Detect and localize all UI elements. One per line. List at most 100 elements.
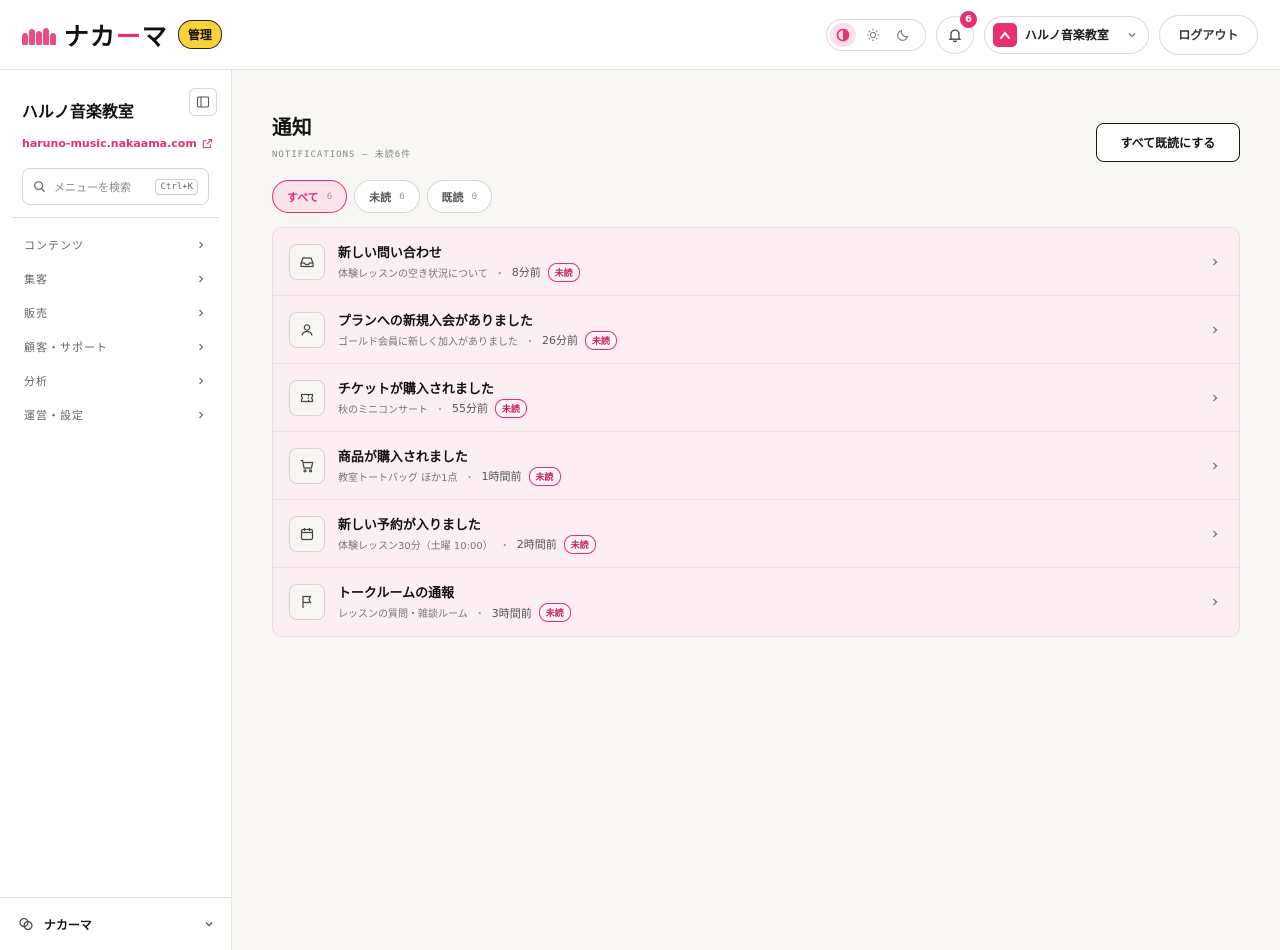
tab-count: 6 — [326, 191, 333, 202]
sidebar-item-contents[interactable]: コンテンツ — [12, 228, 219, 262]
notification-title: 商品が購入されました — [338, 449, 469, 465]
chevron-right-icon — [199, 275, 204, 283]
notification-row[interactable]: プランへの新規入会がありました ゴールド会員に新しく加入がありました ・ 26分… — [273, 296, 1239, 364]
tab-unread[interactable]: 未読 6 — [354, 180, 420, 213]
notification-row[interactable]: チケットが購入されました 秋のミニコンサート ・ 55分前 未読 — [273, 364, 1239, 432]
tab-label: 既読 — [441, 190, 464, 204]
notification-title: 新しい問い合わせ — [338, 245, 443, 261]
sidebar-item-label: 顧客・サポート — [24, 341, 108, 354]
separator-dot: ・ — [435, 404, 445, 416]
overlapping-circles-icon — [19, 917, 33, 931]
site-url-text: haruno-music.nakaama.com — [22, 137, 197, 150]
app-logo[interactable]: ナカーマ — [22, 17, 168, 53]
notification-time: 55分前 — [452, 402, 488, 415]
ticket-icon — [289, 379, 325, 416]
sidebar-toggle-icon — [196, 96, 210, 108]
notification-time: 26分前 — [542, 334, 578, 347]
unread-badge: 未読 — [547, 262, 580, 282]
sidebar-item-label: 運営・設定 — [24, 409, 84, 422]
sidebar-item-settings[interactable]: 運営・設定 — [12, 398, 219, 432]
search-placeholder: メニューを検索 — [54, 180, 131, 194]
chevron-right-icon — [1207, 458, 1223, 474]
calendar-icon — [289, 515, 325, 552]
account-name: ハルノ音楽教室 — [1025, 28, 1110, 42]
tab-count: 0 — [471, 191, 478, 202]
cart-icon — [289, 447, 325, 484]
sidebar-item-sales[interactable]: 販売 — [12, 296, 219, 330]
sidebar-footer-switcher[interactable]: ナカーマ — [0, 897, 231, 950]
unread-badge: 未読 — [495, 398, 528, 418]
moon-icon[interactable] — [890, 23, 916, 47]
tab-label: すべて — [287, 190, 319, 204]
notification-time: 1時間前 — [481, 470, 522, 483]
sidebar-divider — [12, 217, 219, 218]
notification-title: トークルームの通報 — [338, 586, 455, 601]
theme-toggle — [826, 18, 926, 51]
tab-all[interactable]: すべて 6 — [272, 180, 348, 213]
separator-dot: ・ — [499, 540, 510, 552]
logo-mark-icon — [22, 25, 56, 45]
sidebar-item-label: コンテンツ — [24, 239, 84, 252]
user-icon — [289, 311, 325, 348]
chevron-down-icon — [1128, 32, 1136, 37]
chevron-right-icon — [1207, 594, 1223, 610]
chevron-right-icon — [1207, 254, 1223, 270]
admin-badge: 管理 — [178, 20, 223, 49]
notification-detail: 体験レッスンの空き状況について — [338, 268, 488, 280]
external-link-icon — [202, 138, 212, 149]
sidebar-item-marketing[interactable]: 集客 — [12, 262, 219, 296]
chevron-right-icon — [1207, 390, 1223, 406]
logo-text: ナカーマ — [64, 21, 169, 51]
chevron-right-icon — [1207, 322, 1223, 338]
chevron-right-icon — [199, 241, 204, 249]
footer-label: ナカーマ — [44, 917, 93, 932]
notification-time: 3時間前 — [491, 606, 532, 620]
tab-read[interactable]: 既読 0 — [426, 180, 493, 213]
separator-dot: ・ — [525, 336, 535, 348]
chevron-right-icon — [199, 411, 204, 419]
search-shortcut: Ctrl+K — [155, 178, 198, 195]
logout-button[interactable]: ログアウト — [1159, 14, 1258, 55]
notification-count-badge: 6 — [960, 10, 977, 28]
mark-all-read-button[interactable]: すべて既読にする — [1096, 123, 1240, 162]
sidebar-item-analytics[interactable]: 分析 — [12, 364, 219, 398]
menu-search-input[interactable]: メニューを検索 Ctrl+K — [22, 168, 209, 205]
inbox-icon — [289, 243, 325, 280]
notification-detail: 教室トートバッグ ほか1点 — [338, 472, 458, 484]
flag-icon — [289, 584, 325, 620]
contrast-icon[interactable] — [830, 22, 856, 47]
notification-row[interactable]: 新しい予約が入りました 体験レッスン30分（土曜 10:00） ・ 2時間前 未… — [273, 500, 1239, 568]
bell-icon — [948, 28, 962, 42]
sidebar-item-label: 集客 — [24, 273, 48, 286]
chevron-down-icon — [205, 922, 213, 927]
account-switcher[interactable]: ハルノ音楽教室 — [984, 15, 1149, 54]
notification-time: 8分前 — [511, 266, 541, 279]
sidebar-item-customers[interactable]: 顧客・サポート — [12, 330, 219, 364]
chevron-right-icon — [199, 343, 204, 351]
account-logo-icon — [993, 22, 1017, 47]
notification-detail: レッスンの質問・雑談ルーム — [338, 609, 468, 620]
sidebar-collapse-button[interactable] — [189, 88, 217, 116]
notification-detail: 体験レッスン30分（土曜 10:00） — [338, 540, 493, 552]
notification-title: 新しい予約が入りました — [338, 517, 482, 533]
search-icon — [34, 181, 46, 193]
main-content: 通知 NOTIFICATIONS — 未読6件 すべて既読にする すべて 6 未… — [232, 70, 1280, 950]
filter-tabs: すべて 6 未読 6 既読 0 — [272, 180, 493, 213]
unread-badge: 未読 — [563, 534, 596, 554]
chevron-right-icon — [1207, 526, 1223, 542]
chevron-right-icon — [199, 377, 204, 385]
site-url-link[interactable]: haruno-music.nakaama.com — [22, 137, 213, 150]
notification-row[interactable]: 新しい問い合わせ 体験レッスンの空き状況について ・ 8分前 未読 — [273, 228, 1239, 296]
sidebar: ハルノ音楽教室 haruno-music.nakaama.com メニューを検索… — [0, 70, 232, 950]
unread-badge: 未読 — [585, 330, 618, 350]
sun-icon[interactable] — [860, 23, 886, 47]
separator-dot: ・ — [494, 268, 505, 280]
notification-title: プランへの新規入会がありました — [338, 313, 534, 329]
notification-row[interactable]: トークルームの通報 レッスンの質問・雑談ルーム ・ 3時間前 未読 — [273, 568, 1239, 636]
notifications-button[interactable]: 6 — [936, 10, 977, 54]
separator-dot: ・ — [474, 609, 485, 620]
notification-row[interactable]: 商品が購入されました 教室トートバッグ ほか1点 ・ 1時間前 未読 — [273, 432, 1239, 500]
notification-detail: 秋のミニコンサート — [338, 404, 428, 416]
tab-label: 未読 — [369, 190, 392, 204]
sidebar-item-label: 販売 — [24, 307, 48, 320]
